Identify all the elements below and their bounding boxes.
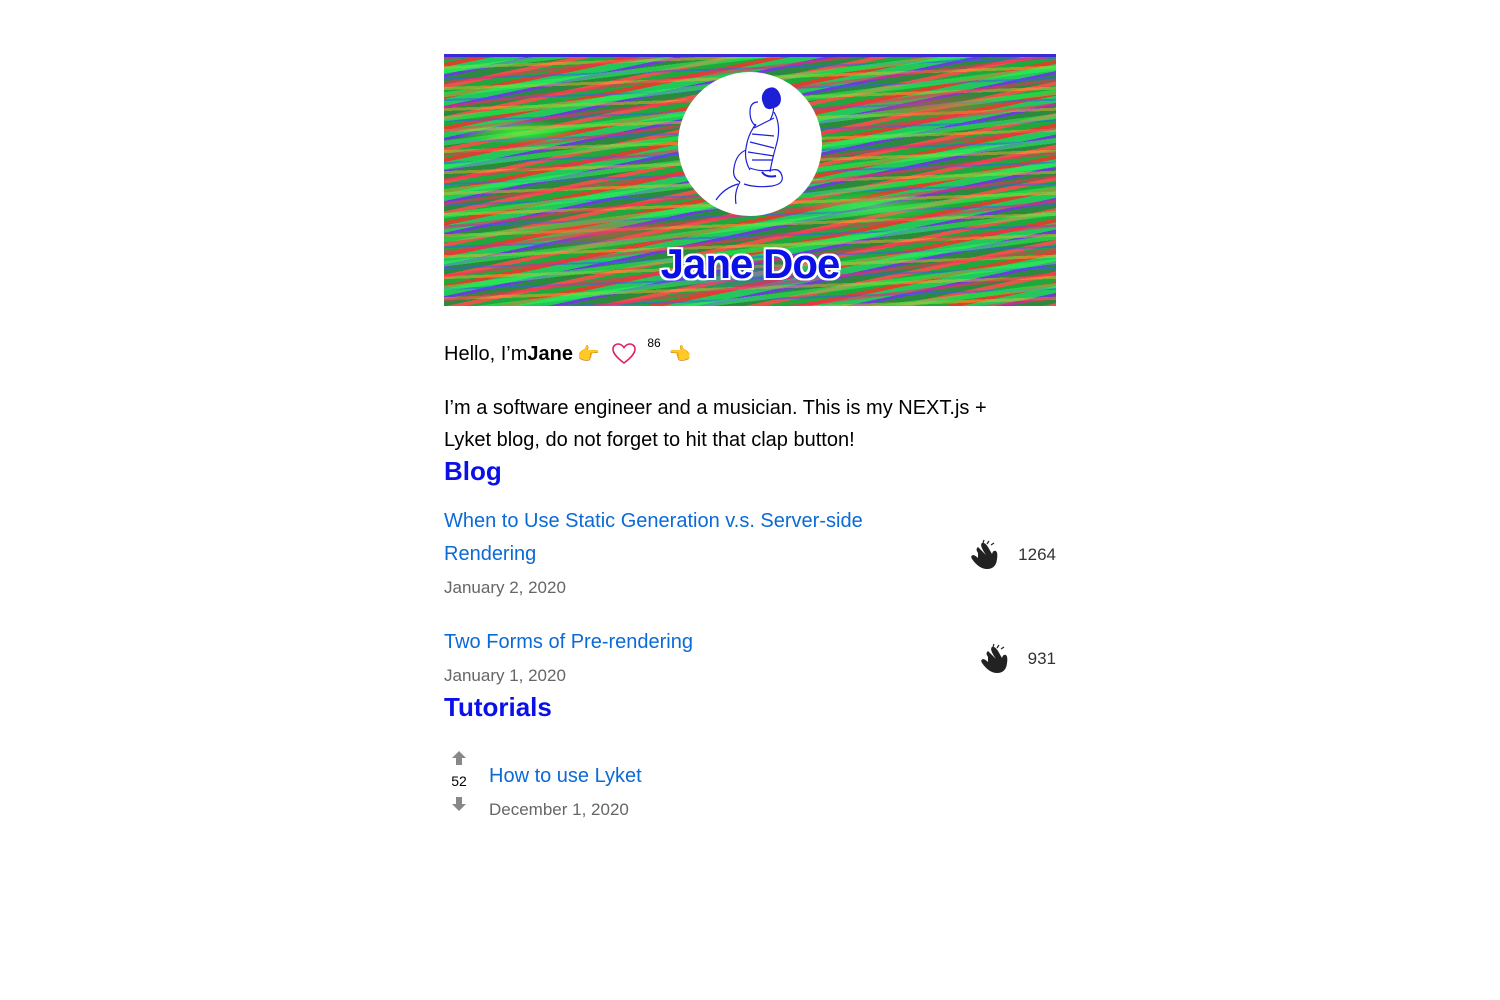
pointer-left-icon: 👈 [668,343,692,364]
header-banner: Jane Doe [444,54,1056,306]
clap-button[interactable]: 931 [980,643,1056,675]
tutorial-item: 52 How to use Lyket December 1, 2020 [444,749,1056,826]
downvote-arrow-icon[interactable] [450,795,468,813]
upvote-arrow-icon[interactable] [450,749,468,767]
blog-post-text: Two Forms of Pre-rendering January 1, 20… [444,626,693,692]
greeting-prefix: Hello, I’m [444,342,528,365]
blog-post-link[interactable]: Two Forms of Pre-rendering [444,626,693,659]
blog-section-title: Blog [444,456,502,486]
blog-post-link[interactable]: When to Use Static Generation v.s. Serve… [444,505,914,571]
clap-count: 1264 [1018,544,1056,564]
tutorial-text: How to use Lyket December 1, 2020 [489,760,642,826]
clap-icon [971,539,998,569]
tutorial-date: December 1, 2020 [489,800,629,819]
blog-post-item: When to Use Static Generation v.s. Serve… [444,505,1056,604]
clap-count: 931 [1027,649,1056,668]
blog-post-item: Two Forms of Pre-rendering January 1, 20… [444,626,1056,692]
vote-count: 52 [451,773,467,789]
bio-text: I’m a software engineer and a musician. … [444,397,987,451]
like-count: 86 [647,336,661,350]
tutorial-link[interactable]: How to use Lyket [489,760,642,793]
clap-button[interactable]: 1264 [970,539,1056,571]
heart-icon [612,343,637,365]
avatar [678,72,822,216]
site-name[interactable]: Jane Doe [444,240,1056,288]
blog-post-date: January 1, 2020 [444,666,566,685]
blog-post-date: January 2, 2020 [444,578,566,597]
page-container: Jane Doe Hello, I’m Jane 👉 86 👈 I’m a so… [444,0,1056,826]
greeting: Hello, I’m Jane 👉 86 👈 [444,336,1056,372]
pointer-right-icon: 👉 [576,343,600,364]
clap-icon [980,643,1007,673]
like-button[interactable]: 86 [611,336,664,366]
blog-post-text: When to Use Static Generation v.s. Serve… [444,505,914,604]
vote-widget: 52 [444,749,474,826]
avatar-illustration [715,87,783,205]
greeting-name: Jane [527,342,573,365]
tutorials-section-title: Tutorials [444,692,552,722]
